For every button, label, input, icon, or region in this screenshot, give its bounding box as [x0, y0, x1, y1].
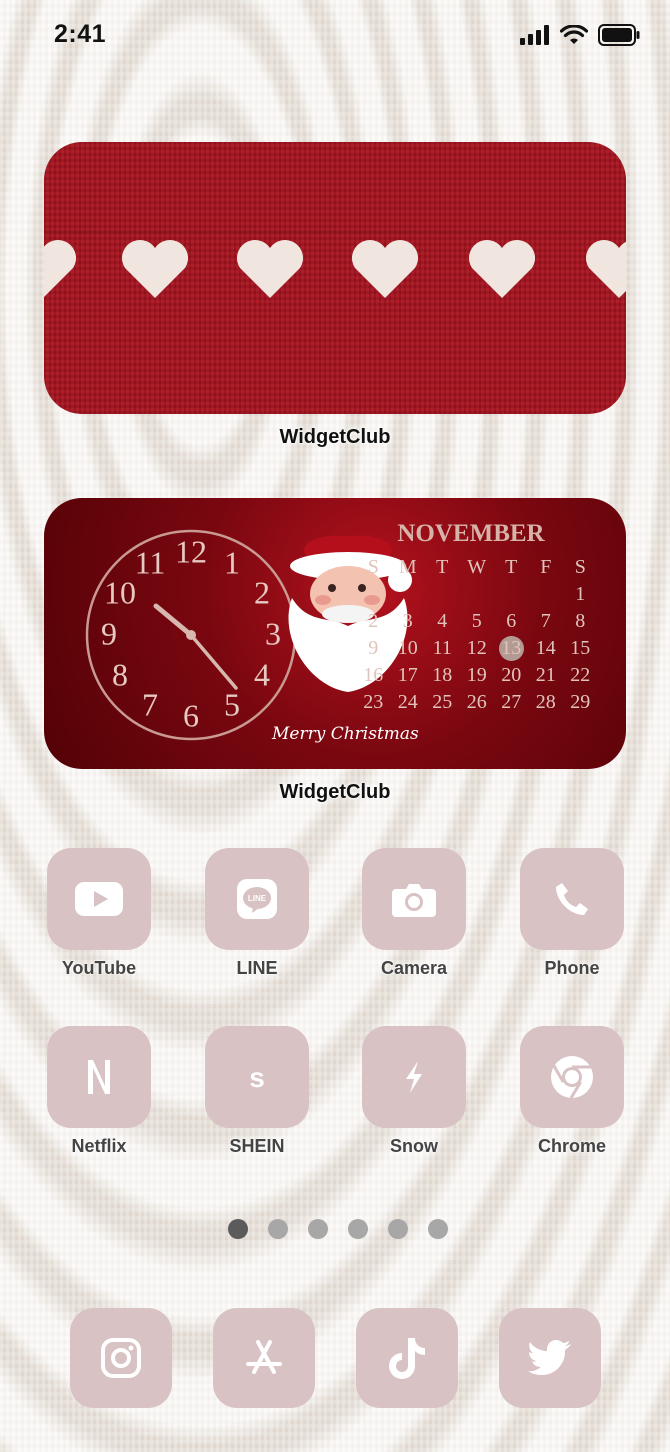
calendar-day: 8: [575, 610, 586, 632]
youtube-icon[interactable]: [47, 848, 151, 950]
calendar-day: 20: [501, 664, 522, 686]
clock-numeral: 8: [112, 656, 128, 692]
calendar-day: 21: [535, 664, 556, 686]
app-label: Camera: [380, 958, 448, 978]
calendar-day: [460, 581, 495, 608]
app-line[interactable]: LINE LINE: [205, 848, 309, 979]
clock-numeral: 11: [135, 544, 166, 580]
clock-numeral: 7: [142, 686, 158, 722]
heart-icon: [585, 240, 626, 298]
app-label: LINE: [236, 958, 278, 978]
app-camera[interactable]: Camera: [362, 848, 466, 979]
clock-numeral: 2: [254, 574, 270, 610]
calendar-day: 26: [466, 691, 487, 713]
cellular-signal-icon: [520, 25, 549, 45]
app-netflix[interactable]: Netflix: [47, 1026, 151, 1157]
calendar-day: 25: [432, 691, 453, 713]
clock-numeral: 9: [101, 615, 117, 651]
clock-numeral: 12: [175, 533, 207, 569]
calendar-day: [529, 581, 564, 608]
page-dot[interactable]: [228, 1219, 248, 1239]
calendar-day: 14: [535, 637, 556, 659]
calendar-day: 15: [570, 637, 591, 659]
page-dot[interactable]: [268, 1219, 288, 1239]
calendar-day: [425, 581, 460, 608]
calendar-day: 29: [570, 691, 591, 713]
calendar-day: 11: [432, 637, 452, 659]
heart-icon: [44, 240, 77, 297]
heart-icon: [351, 239, 419, 298]
app-chrome[interactable]: Chrome: [520, 1026, 624, 1157]
page-dot[interactable]: [308, 1219, 328, 1239]
calendar-day: [494, 581, 529, 608]
calendar-day: 27: [501, 691, 522, 713]
calendar-day: 28: [535, 691, 556, 713]
calendar-today: 13: [494, 635, 529, 662]
svg-text:LINE: LINE: [248, 894, 267, 903]
status-time: 2:41: [54, 20, 107, 48]
page-dot[interactable]: [388, 1219, 408, 1239]
calendar-day: 6: [506, 610, 517, 632]
wifi-icon: [560, 25, 588, 44]
calendar-day: 4: [437, 610, 448, 632]
minute-hand: [189, 633, 238, 690]
heart-icon: [121, 239, 189, 298]
page-dot[interactable]: [428, 1219, 448, 1239]
app-label: Netflix: [71, 1136, 127, 1156]
status-icons: [520, 24, 640, 46]
svg-text:s: s: [249, 1062, 265, 1092]
calendar-weekday: T: [436, 556, 449, 578]
hour-hand: [153, 603, 194, 638]
analog-clock: 12 1234567891011: [85, 529, 297, 741]
clock-calendar-widget[interactable]: 12 1 2 3 4 5 6 7 8 9 10 11 NOVEMBER SMTWTFS12345678…: [44, 498, 626, 769]
line-icon[interactable]: LINE: [205, 848, 309, 950]
heart-icon: [236, 239, 304, 298]
calendar-day: 19: [466, 664, 487, 686]
calendar-weekday: F: [540, 556, 552, 578]
calendar-weekday: S: [574, 556, 586, 578]
app-youtube[interactable]: YouTube: [47, 848, 151, 979]
app-store-icon[interactable]: [213, 1308, 315, 1408]
chrome-icon[interactable]: [520, 1026, 624, 1128]
shein-icon[interactable]: s: [205, 1026, 309, 1128]
calendar-day: 22: [570, 664, 591, 686]
app-shein[interactable]: s SHEIN: [205, 1026, 309, 1157]
tiktok-icon[interactable]: [356, 1308, 458, 1408]
app-snow[interactable]: Snow: [362, 1026, 466, 1157]
twitter-icon[interactable]: [499, 1308, 601, 1408]
calendar-day: 18: [432, 664, 453, 686]
hearts-photo-widget[interactable]: [44, 142, 626, 414]
netflix-icon[interactable]: [47, 1026, 151, 1128]
page-indicator[interactable]: [228, 1219, 448, 1239]
snow-icon[interactable]: [362, 1026, 466, 1128]
app-label: YouTube: [61, 958, 137, 978]
page-dot[interactable]: [348, 1219, 368, 1239]
camera-icon[interactable]: [362, 848, 466, 950]
calendar-day: 12: [466, 637, 487, 659]
app-label: SHEIN: [229, 1136, 285, 1156]
widget-label: WidgetClub: [279, 781, 391, 803]
widget-label: WidgetClub: [279, 426, 391, 448]
instagram-icon[interactable]: [70, 1308, 172, 1408]
calendar-day: 1: [575, 583, 586, 605]
calendar-day: 7: [540, 610, 551, 632]
heart-icon: [468, 239, 536, 298]
battery-icon: [598, 24, 640, 46]
app-phone[interactable]: Phone: [520, 848, 624, 979]
status-bar: 2:41: [0, 0, 670, 70]
calendar-weekday: T: [505, 556, 518, 578]
app-label: Chrome: [537, 1136, 606, 1156]
calendar-day: 5: [471, 610, 482, 632]
calendar-weekday: W: [467, 556, 487, 578]
merry-christmas-text: Merry Christmas: [272, 724, 419, 744]
clock-numeral: 5: [224, 686, 240, 722]
clock-numeral: 10: [104, 574, 136, 610]
clock-numeral: 1: [224, 544, 240, 580]
phone-icon[interactable]: [520, 848, 624, 950]
app-label: Phone: [544, 958, 600, 978]
clock-numeral: 6: [183, 697, 199, 733]
santa-illustration: [288, 536, 412, 692]
clock-numeral: 4: [254, 656, 270, 692]
app-label: Snow: [390, 1136, 438, 1156]
